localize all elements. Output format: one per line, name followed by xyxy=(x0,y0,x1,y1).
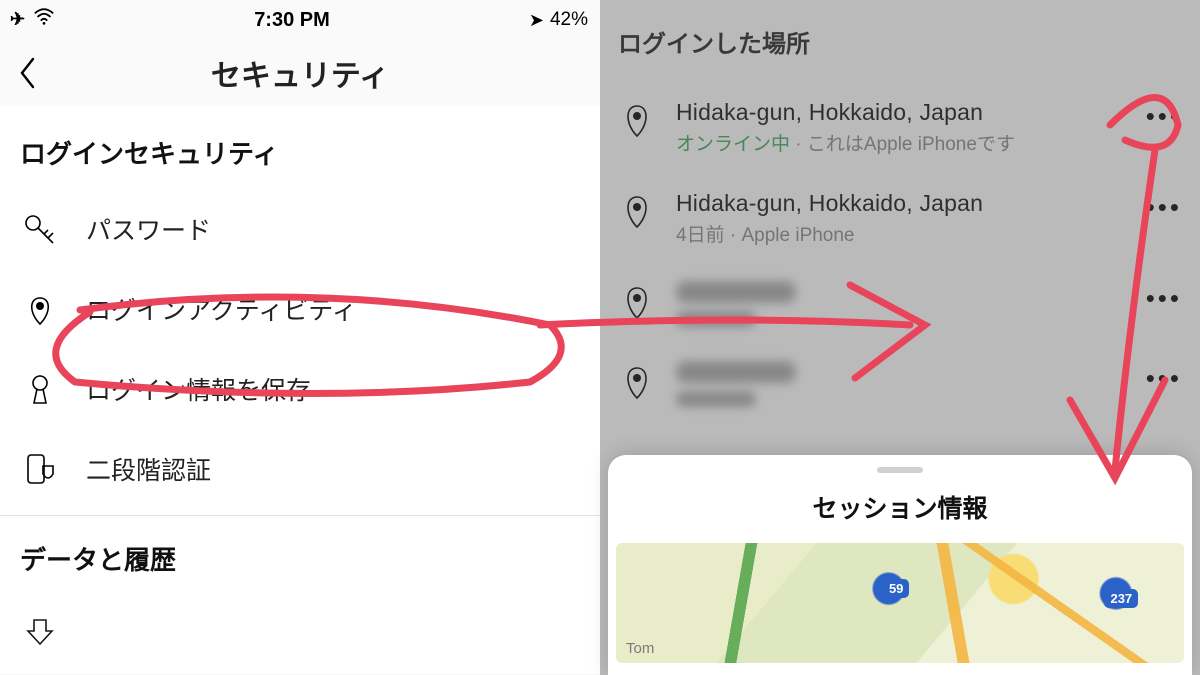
location-pin-icon xyxy=(618,190,656,229)
section-login-security-title: ログインセキュリティ xyxy=(0,128,600,189)
location-pin-icon xyxy=(618,361,656,400)
menu-label: ログインアクティビティ xyxy=(86,291,357,327)
menu-label: 二段階認証 xyxy=(86,451,211,487)
route-badge: 59 xyxy=(883,579,909,598)
battery-level: 42% xyxy=(550,9,588,31)
wifi-icon xyxy=(33,6,55,34)
key-icon xyxy=(20,212,60,246)
security-settings-screen: ✈ 7:30 PM ➤ 42% セキュリティ ログインセキュリティ パスワード xyxy=(0,0,600,675)
session-entry[interactable]: Hidaka-gun, Hokkaido, Japan 4日前 · Apple … xyxy=(618,176,1182,267)
redacted-content xyxy=(676,361,796,383)
redacted-content xyxy=(676,281,796,303)
page-title: セキュリティ xyxy=(211,51,389,95)
download-icon xyxy=(20,617,60,651)
session-entry-redacted[interactable]: ••• xyxy=(618,347,1182,427)
phone-shield-icon xyxy=(20,452,60,486)
airplane-mode-icon: ✈ xyxy=(10,9,25,30)
login-locations-title: ログインした場所 xyxy=(618,24,1182,59)
menu-save-login-info[interactable]: ログイン情報を保存 xyxy=(0,349,600,429)
session-entry-redacted[interactable]: ••• xyxy=(618,267,1182,347)
session-status: オンライン中 · これはApple iPhoneです xyxy=(676,129,1122,156)
status-bar: ✈ 7:30 PM ➤ 42% xyxy=(0,0,600,40)
section-data-history-title: データと履歴 xyxy=(0,516,600,595)
location-pin-icon xyxy=(618,281,656,320)
sheet-title: セッション情報 xyxy=(608,489,1192,525)
session-location: Hidaka-gun, Hokkaido, Japan xyxy=(676,190,1122,217)
session-info-sheet[interactable]: セッション情報 59 237 Tom xyxy=(608,455,1192,675)
session-location: Hidaka-gun, Hokkaido, Japan xyxy=(676,99,1122,126)
session-entry[interactable]: Hidaka-gun, Hokkaido, Japan オンライン中 · これは… xyxy=(618,85,1182,176)
session-more-button[interactable]: ••• xyxy=(1142,190,1182,223)
route-badge: 237 xyxy=(1104,589,1138,608)
session-more-button[interactable]: ••• xyxy=(1142,99,1182,132)
session-more-button[interactable]: ••• xyxy=(1142,361,1182,394)
sheet-handle[interactable] xyxy=(877,467,923,473)
keyhole-icon xyxy=(20,372,60,406)
menu-data-row-truncated[interactable] xyxy=(0,595,600,673)
redacted-content xyxy=(676,391,756,407)
session-more-button[interactable]: ••• xyxy=(1142,281,1182,314)
location-pin-icon xyxy=(20,292,60,326)
nav-header: セキュリティ xyxy=(0,40,600,106)
redacted-content xyxy=(676,311,756,327)
menu-label: ログイン情報を保存 xyxy=(86,371,311,407)
menu-login-activity[interactable]: ログインアクティビティ xyxy=(0,269,600,349)
location-icon: ➤ xyxy=(529,10,544,31)
menu-two-factor-auth[interactable]: 二段階認証 xyxy=(0,429,600,509)
location-pin-icon xyxy=(618,99,656,138)
session-map[interactable]: 59 237 Tom xyxy=(616,543,1184,663)
session-status: 4日前 · Apple iPhone xyxy=(676,220,1122,247)
status-time: 7:30 PM xyxy=(254,9,330,32)
menu-label: パスワード xyxy=(86,211,211,247)
map-city-label: Tom xyxy=(626,640,654,657)
login-activity-screen: ログインした場所 Hidaka-gun, Hokkaido, Japan オンラ… xyxy=(600,0,1200,675)
back-button[interactable] xyxy=(14,58,44,88)
menu-password[interactable]: パスワード xyxy=(0,189,600,269)
